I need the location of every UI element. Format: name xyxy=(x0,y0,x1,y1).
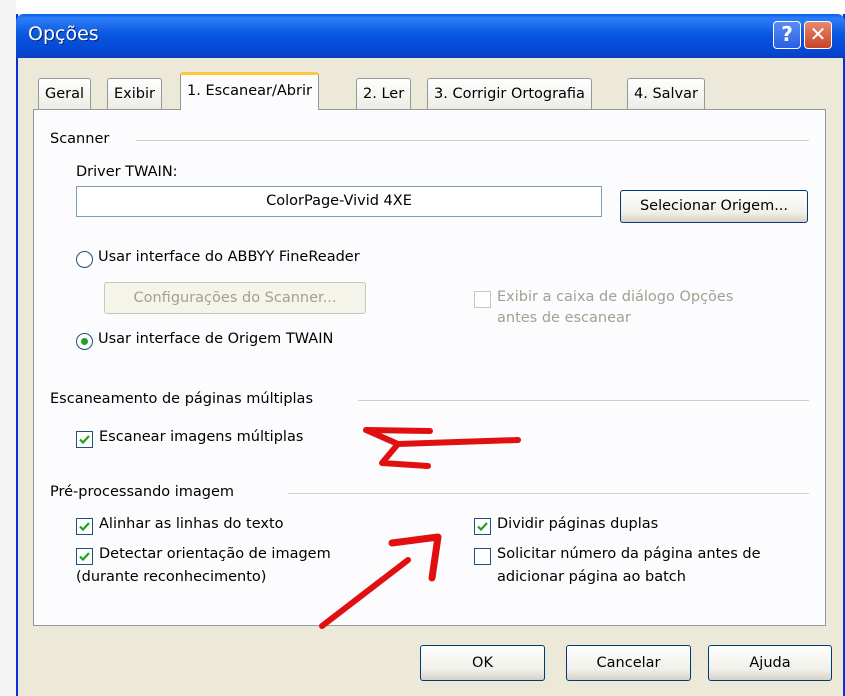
align-lines-label: Alinhar as linhas do texto xyxy=(99,516,284,532)
align-lines-checkbox[interactable] xyxy=(76,518,93,535)
split-pages-label: Dividir páginas duplas xyxy=(497,516,659,532)
multipage-section-title: Escaneamento de páginas múltiplas xyxy=(50,391,313,407)
cancel-button[interactable]: Cancelar xyxy=(566,645,691,681)
scanner-section-title: Scanner xyxy=(50,131,110,147)
detect-orientation-label-line2: (durante reconhecimento) xyxy=(76,569,267,585)
title-bar[interactable]: Opções ? ✕ xyxy=(16,14,845,58)
split-pages-checkbox[interactable] xyxy=(474,518,491,535)
show-options-label-line1: Exibir a caixa de diálogo Opções xyxy=(497,289,734,305)
question-mark-icon: ? xyxy=(781,22,793,46)
tab-salvar[interactable]: 4. Salvar xyxy=(627,78,705,110)
scan-multiple-checkbox[interactable] xyxy=(76,431,93,448)
request-page-number-label-line2: adicionar página ao batch xyxy=(497,569,686,585)
radio-twain-interface[interactable] xyxy=(76,333,93,350)
driver-twain-label: Driver TWAIN: xyxy=(76,164,178,180)
radio-selected-dot xyxy=(81,338,88,345)
radio-abbyy-label: Usar interface do ABBYY FineReader xyxy=(98,249,360,265)
tab-geral[interactable]: Geral xyxy=(38,78,92,110)
tab-escanear-abrir[interactable]: 1. Escanear/Abrir xyxy=(180,72,319,110)
select-source-button[interactable]: Selecionar Origem... xyxy=(620,190,808,223)
detect-orientation-checkbox[interactable] xyxy=(76,548,93,565)
close-icon: ✕ xyxy=(809,22,827,46)
background-window-edge xyxy=(0,0,16,696)
tab-ler[interactable]: 2. Ler xyxy=(356,78,412,110)
ok-button[interactable]: OK xyxy=(420,645,545,681)
request-page-number-label-line1: Solicitar número da página antes de xyxy=(497,546,761,562)
scan-multiple-label: Escanear imagens múltiplas xyxy=(99,429,304,445)
multipage-divider xyxy=(358,400,809,401)
tab-corrigir-ortografia[interactable]: 3. Corrigir Ortografia xyxy=(427,78,592,110)
close-button[interactable]: ✕ xyxy=(804,21,832,49)
checkmark-icon xyxy=(79,552,90,562)
preprocess-section-title: Pré-processando imagem xyxy=(50,484,235,500)
help-button[interactable]: Ajuda xyxy=(708,645,832,681)
show-options-label-line2: antes de escanear xyxy=(497,310,631,326)
checkmark-icon xyxy=(79,435,90,445)
tab-exibir[interactable]: Exibir xyxy=(107,78,162,110)
window-title: Opções xyxy=(28,23,99,45)
scanner-settings-button[interactable]: Configurações do Scanner... xyxy=(104,282,366,314)
help-title-button[interactable]: ? xyxy=(773,21,801,49)
checkmark-icon xyxy=(477,522,488,532)
request-page-number-checkbox[interactable] xyxy=(474,548,491,565)
scanner-divider xyxy=(136,140,809,141)
driver-twain-field[interactable]: ColorPage-Vivid 4XE xyxy=(76,186,602,217)
radio-abbyy-interface[interactable] xyxy=(76,251,93,268)
show-options-checkbox[interactable] xyxy=(474,291,491,308)
checkmark-icon xyxy=(79,522,90,532)
radio-twain-label: Usar interface de Origem TWAIN xyxy=(98,331,334,347)
preprocess-divider xyxy=(288,493,809,494)
detect-orientation-label-line1: Detectar orientação de imagem xyxy=(99,546,331,562)
